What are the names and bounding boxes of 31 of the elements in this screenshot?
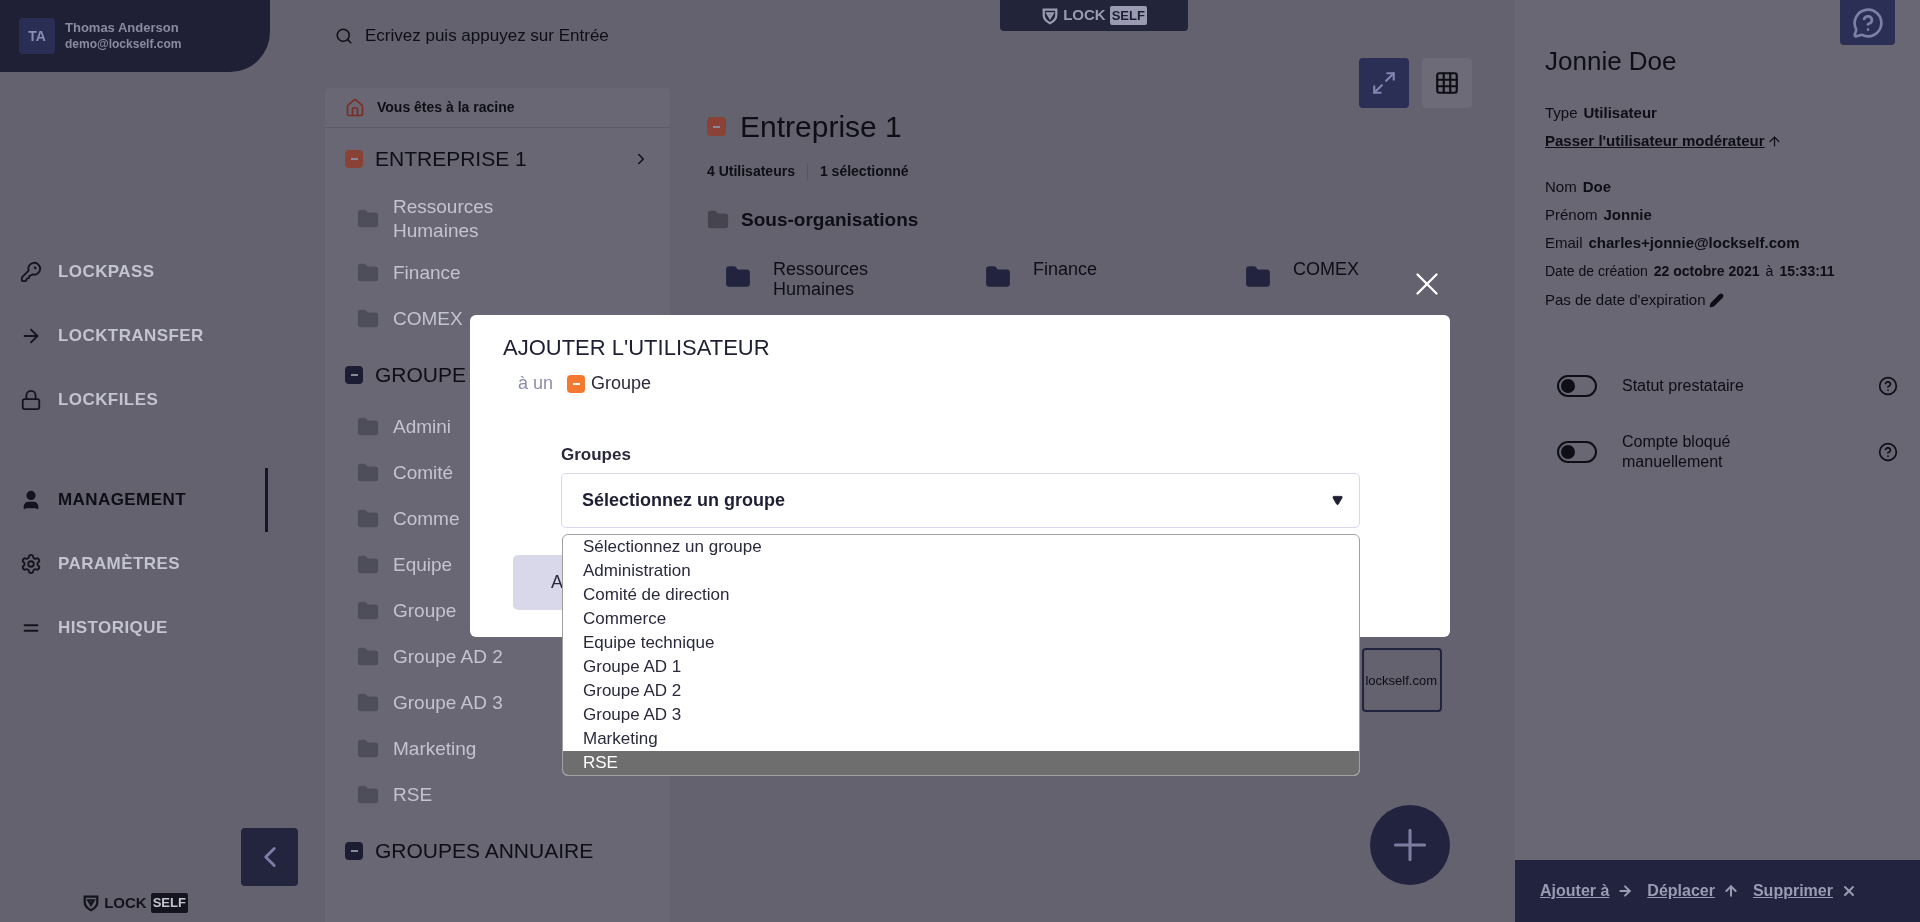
field-label: Prénom xyxy=(1545,204,1598,225)
field-label: Groupes xyxy=(561,444,631,466)
logo-badge: SELF xyxy=(150,893,188,913)
field-value: 22 octobre 2021 xyxy=(1653,261,1760,281)
breadcrumb: Vous êtes à la racine xyxy=(377,98,515,117)
field-value: Doe xyxy=(1582,176,1611,197)
logo-badge: SELF xyxy=(1109,5,1147,26)
user-count: 4 Utilisateurs xyxy=(707,162,795,181)
target-label: Groupe xyxy=(591,372,652,395)
field-value: 15:33:11 xyxy=(1779,261,1835,281)
modal-prefix: à un xyxy=(518,372,554,395)
expiration-text: Pas de date d'expiration xyxy=(1545,289,1706,310)
field-label: Date de création xyxy=(1545,261,1648,281)
field-value: Utilisateur xyxy=(1583,102,1657,123)
field-label: Email xyxy=(1545,232,1583,253)
user-email: demo@lockself.com xyxy=(65,36,182,52)
page-title: Entreprise 1 xyxy=(740,109,902,145)
field-value: charles+jonnie@lockself.com xyxy=(1588,232,1800,253)
field-value: Jonnie xyxy=(1603,204,1652,225)
selection-count: 1 sélectionné xyxy=(819,162,909,181)
user-name: Thomas Anderson xyxy=(65,20,180,36)
section-title: Sous-organisations xyxy=(741,208,919,232)
logo-text: LOCK xyxy=(104,892,147,913)
field-label: Nom xyxy=(1545,176,1577,197)
logo-text: LOCK xyxy=(1063,5,1106,26)
field-label: Type xyxy=(1545,102,1578,123)
toggle-label: Compte bloqué manuellement xyxy=(1622,432,1732,472)
field-label: à xyxy=(1765,261,1774,281)
user-full-name: Jonnie Doe xyxy=(1545,45,1678,78)
modal-title: AJOUTER L'UTILISATEUR xyxy=(503,334,770,362)
toggle-label: Statut prestataire xyxy=(1622,376,1745,396)
